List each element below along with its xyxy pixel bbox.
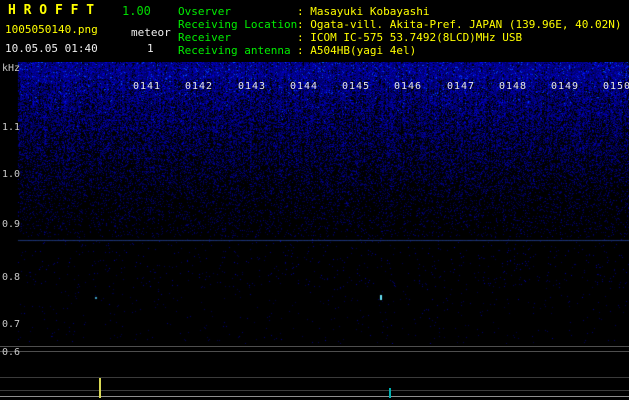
output-filename: 1005050140.png xyxy=(5,23,98,36)
time-tick-label: 0150 xyxy=(603,81,629,92)
time-tick-label: 0142 xyxy=(185,81,214,92)
time-tick-label: 0147 xyxy=(447,81,476,92)
info-value: : ICOM IC-575 53.7492(8LCD)MHz USB xyxy=(297,31,523,44)
grid-line xyxy=(0,390,629,391)
meteor-time-mark xyxy=(99,378,101,398)
freq-tick-label: 0.7 xyxy=(2,319,21,330)
grid-line xyxy=(0,377,629,378)
hrofft-screen: H R O F F T 1.00 1005050140.png meteor 1… xyxy=(0,0,629,400)
mode-label: meteor xyxy=(131,26,171,39)
station-info: Ovserver : Masayuki Kobayashi Receiving L… xyxy=(178,5,622,57)
spectrogram-canvas xyxy=(0,62,629,344)
grid-line xyxy=(0,346,629,347)
header: H R O F F T 1.00 1005050140.png meteor 1… xyxy=(0,0,629,62)
time-tick-label: 0148 xyxy=(499,81,528,92)
time-tick-label: 0144 xyxy=(290,81,319,92)
time-tick-label: 0143 xyxy=(238,81,267,92)
app-title: H R O F F T xyxy=(8,3,95,18)
info-row-receiver: Receiver : ICOM IC-575 53.7492(8LCD)MHz U… xyxy=(178,31,622,44)
info-row-location: Receiving Location: Ogata-vill. Akita-Pr… xyxy=(178,18,622,31)
time-tick-label: 0149 xyxy=(551,81,580,92)
app-version: 1.00 xyxy=(122,4,151,18)
observation-datetime: 10.05.05 01:40 xyxy=(5,42,98,55)
info-label: Ovserver xyxy=(178,5,231,18)
info-row-observer: Ovserver : Masayuki Kobayashi xyxy=(178,5,622,18)
time-tick-label: 0146 xyxy=(394,81,423,92)
freq-axis-unit: kHz xyxy=(2,63,21,74)
freq-tick-label: 1.1 xyxy=(2,122,21,133)
level-strip xyxy=(0,344,629,400)
info-label: Receiving antenna xyxy=(178,44,291,57)
time-tick-label: 0141 xyxy=(133,81,162,92)
info-label: Receiver xyxy=(178,31,231,44)
grid-line xyxy=(0,351,629,352)
freq-tick-label: 0.6 xyxy=(2,347,21,358)
info-value: : Masayuki Kobayashi xyxy=(297,5,430,18)
info-label: Receiving Location xyxy=(178,18,298,31)
info-value: : Ogata-vill. Akita-Pref. JAPAN (139.96E… xyxy=(297,18,622,31)
freq-tick-label: 0.9 xyxy=(2,219,21,230)
freq-tick-label: 0.8 xyxy=(2,272,21,283)
echo-time-mark xyxy=(389,388,391,398)
freq-tick-label: 1.0 xyxy=(2,169,21,180)
meteor-count: 1 xyxy=(147,42,154,55)
info-row-antenna: Receiving antenna : A504HB(yagi 4el) xyxy=(178,44,622,57)
time-tick-label: 0145 xyxy=(342,81,371,92)
signal-baseline xyxy=(0,396,629,397)
info-value: : A504HB(yagi 4el) xyxy=(297,44,417,57)
